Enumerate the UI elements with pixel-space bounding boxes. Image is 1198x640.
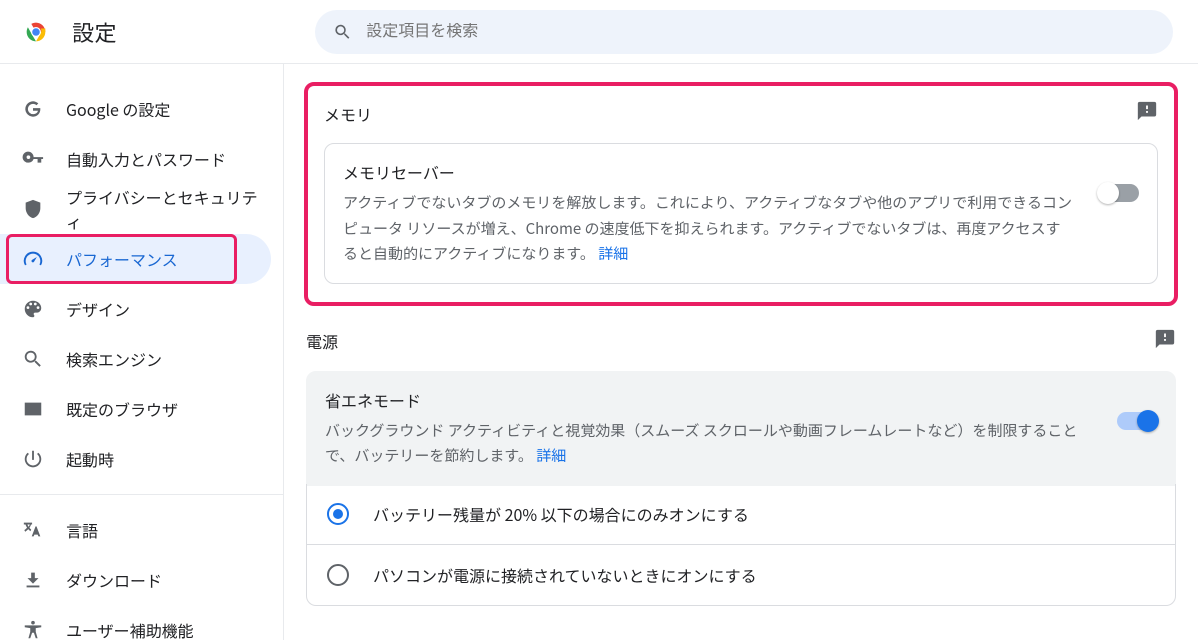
sidebar-item-accessibility[interactable]: ユーザー補助機能	[0, 605, 271, 640]
radio-label: パソコンが電源に接続されていないときにオンにする	[373, 563, 757, 587]
power-section-title: 電源	[306, 329, 338, 353]
search-icon	[333, 22, 352, 42]
radio-icon	[327, 503, 349, 525]
sidebar-item-label: 自動入力とパスワード	[66, 147, 226, 171]
page-title: 設定	[72, 16, 117, 48]
sidebar-item-download[interactable]: ダウンロード	[0, 555, 271, 605]
energy-saver-desc: バックグラウンド アクティビティと視覚効果（スムーズ スクロールや動画フレームレ…	[325, 418, 1093, 469]
sidebar-item-language[interactable]: 言語	[0, 505, 271, 555]
chrome-logo-icon	[22, 18, 50, 46]
energy-saver-toggle[interactable]	[1117, 412, 1157, 430]
search-icon	[22, 348, 44, 370]
energy-saver-title: 省エネモード	[325, 388, 1093, 412]
sidebar-item-privacy[interactable]: プライバシーとセキュリティ	[0, 184, 271, 234]
energy-saver-options: バッテリー残量が 20% 以下の場合にのみオンにする パソコンが電源に接続されて…	[306, 484, 1176, 606]
sidebar-item-google[interactable]: Google の設定	[0, 84, 271, 134]
memory-detail-link[interactable]: 詳細	[598, 243, 628, 264]
memory-saver-setting: メモリセーバー アクティブでないタブのメモリを解放します。これにより、アクティブ…	[324, 143, 1158, 284]
energy-detail-link[interactable]: 詳細	[536, 445, 566, 466]
memory-saver-desc: アクティブでないタブのメモリを解放します。これにより、アクティブなタブや他のアプ…	[343, 190, 1075, 267]
power-icon	[22, 448, 44, 470]
sidebar: Google の設定 自動入力とパスワード プライバシーとセキュリティ パフォー…	[0, 64, 284, 640]
memory-saver-toggle[interactable]	[1099, 184, 1139, 202]
sidebar-item-label: ユーザー補助機能	[66, 618, 194, 640]
accessibility-icon	[22, 619, 44, 640]
sidebar-item-label: プライバシーとセキュリティ	[66, 185, 271, 233]
sidebar-item-label: 言語	[66, 518, 98, 542]
language-icon	[22, 519, 44, 541]
energy-option-battery-20[interactable]: バッテリー残量が 20% 以下の場合にのみオンにする	[307, 484, 1175, 544]
sidebar-item-default-browser[interactable]: 既定のブラウザ	[0, 384, 271, 434]
sidebar-item-label: Google の設定	[66, 97, 170, 121]
memory-section-title: メモリ	[324, 102, 372, 126]
sidebar-item-label: 起動時	[66, 447, 114, 471]
search-input[interactable]	[366, 23, 1155, 41]
energy-saver-desc-text: バックグラウンド アクティビティと視覚効果（スムーズ スクロールや動画フレームレ…	[325, 420, 1077, 467]
speed-icon	[22, 248, 44, 270]
palette-icon	[22, 298, 44, 320]
power-section: 電源 省エネモード バックグラウンド アクティビティと視覚効果（スムーズ スクロ…	[304, 328, 1178, 606]
sidebar-item-startup[interactable]: 起動時	[0, 434, 271, 484]
shield-icon	[22, 198, 44, 220]
sidebar-item-design[interactable]: デザイン	[0, 284, 271, 334]
sidebar-item-label: デザイン	[66, 297, 130, 321]
energy-option-unplugged[interactable]: パソコンが電源に接続されていないときにオンにする	[307, 544, 1175, 605]
sidebar-item-label: 検索エンジン	[66, 347, 162, 371]
sidebar-item-search-engine[interactable]: 検索エンジン	[0, 334, 271, 384]
sidebar-item-label: ダウンロード	[66, 568, 162, 592]
radio-label: バッテリー残量が 20% 以下の場合にのみオンにする	[373, 502, 749, 526]
key-icon	[22, 148, 44, 170]
energy-saver-setting: 省エネモード バックグラウンド アクティビティと視覚効果（スムーズ スクロールや…	[306, 371, 1176, 486]
browser-icon	[22, 398, 44, 420]
google-icon	[22, 98, 44, 120]
feedback-icon[interactable]	[1154, 328, 1176, 355]
memory-saver-title: メモリセーバー	[343, 160, 1075, 184]
main-content: メモリ メモリセーバー アクティブでないタブのメモリを解放します。これにより、ア…	[284, 64, 1198, 640]
sidebar-item-label: 既定のブラウザ	[66, 397, 178, 421]
app-header: 設定	[0, 0, 1198, 64]
feedback-icon[interactable]	[1136, 100, 1158, 127]
search-box[interactable]	[315, 10, 1173, 54]
sidebar-divider	[0, 494, 283, 495]
sidebar-item-label: パフォーマンス	[66, 247, 178, 271]
memory-section: メモリ メモリセーバー アクティブでないタブのメモリを解放します。これにより、ア…	[304, 82, 1178, 306]
sidebar-item-autofill[interactable]: 自動入力とパスワード	[0, 134, 271, 184]
sidebar-item-performance[interactable]: パフォーマンス	[0, 234, 271, 284]
download-icon	[22, 569, 44, 591]
memory-saver-desc-text: アクティブでないタブのメモリを解放します。これにより、アクティブなタブや他のアプ…	[343, 192, 1072, 264]
radio-icon	[327, 564, 349, 586]
